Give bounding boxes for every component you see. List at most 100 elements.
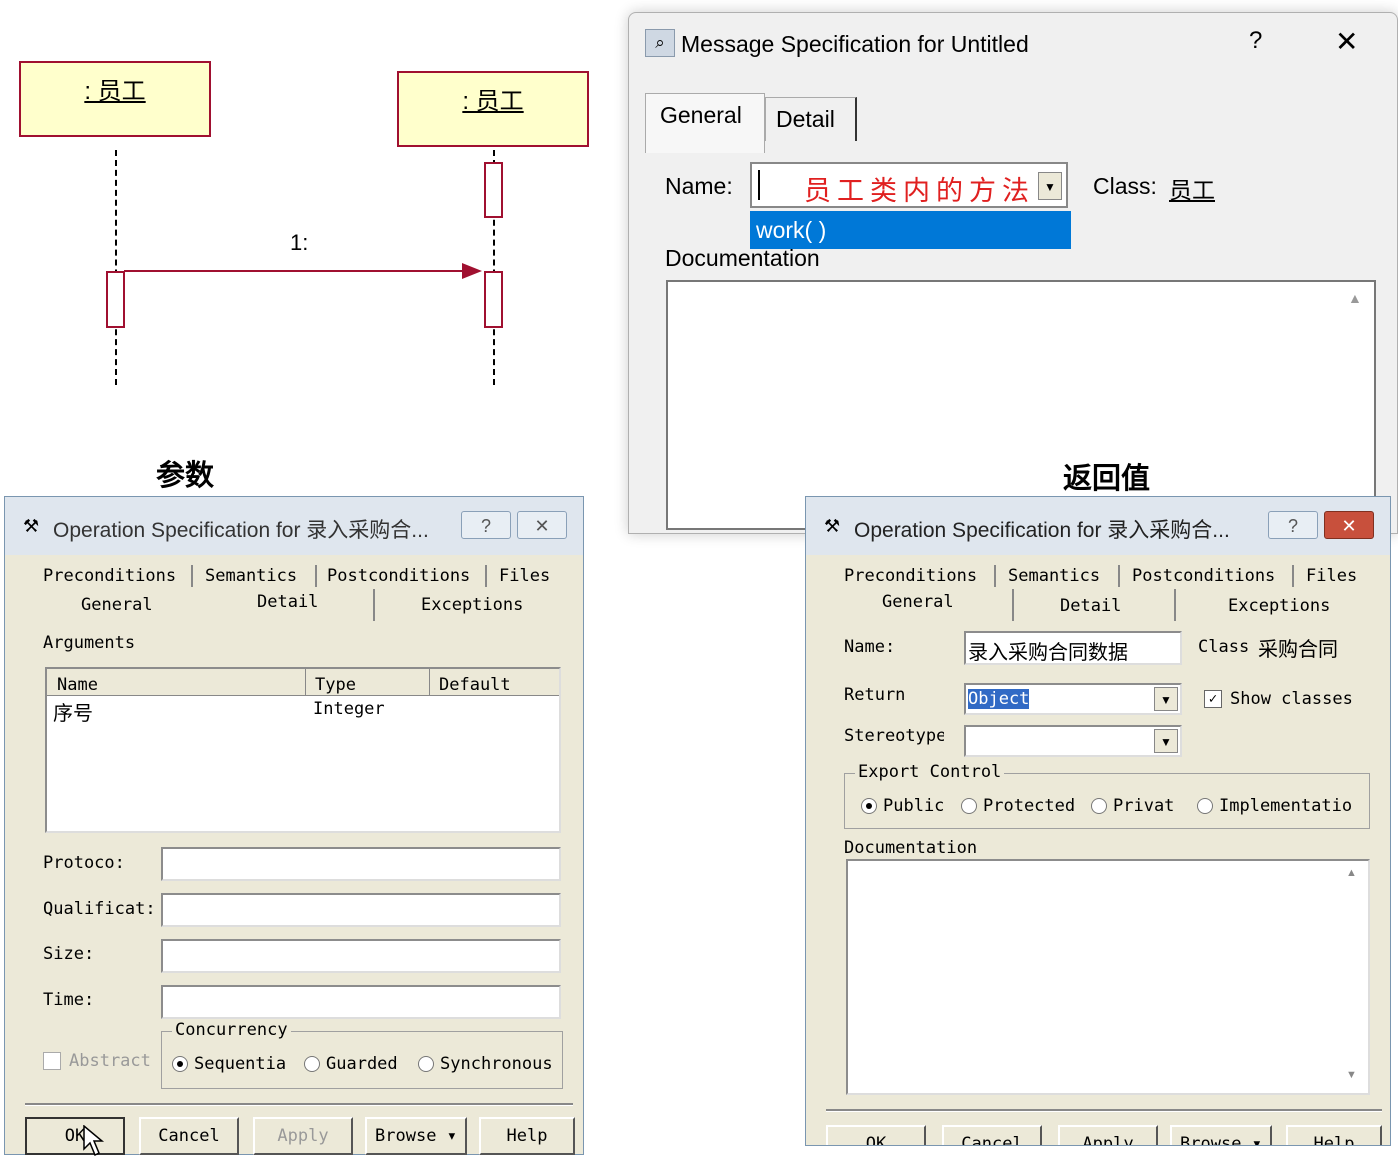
name-combobox[interactable]: 员工类内的方法 ▼ bbox=[750, 162, 1068, 208]
protocol-field[interactable] bbox=[161, 847, 561, 881]
cancel-button[interactable]: Cancel bbox=[942, 1125, 1042, 1145]
abstract-checkbox[interactable]: Abstract bbox=[43, 1051, 151, 1071]
table-row[interactable]: 序号 Integer bbox=[47, 697, 559, 725]
column-header-default[interactable]: Default bbox=[439, 675, 511, 695]
tab-exceptions[interactable]: Exceptions bbox=[421, 595, 523, 615]
mouse-cursor-icon bbox=[83, 1125, 105, 1157]
time-field[interactable] bbox=[161, 985, 561, 1019]
class-value: 员工 bbox=[1169, 177, 1215, 203]
chevron-down-icon[interactable]: ▼ bbox=[1038, 172, 1062, 200]
ok-button[interactable]: OK bbox=[826, 1125, 926, 1145]
radio-icon bbox=[1091, 798, 1107, 814]
activation-bar-2[interactable] bbox=[484, 271, 503, 328]
name-field[interactable]: 录入采购合同数据 bbox=[964, 631, 1182, 665]
size-label: Size: bbox=[43, 944, 95, 964]
chevron-down-icon[interactable]: ▼ bbox=[1154, 687, 1178, 711]
show-classes-label: Show classes bbox=[1230, 689, 1353, 709]
tab-exceptions[interactable]: Exceptions bbox=[1228, 596, 1330, 616]
help-button[interactable]: ? bbox=[1268, 511, 1318, 539]
close-button[interactable]: ✕ bbox=[1324, 511, 1374, 539]
tool-icon: ⚒ bbox=[23, 516, 40, 536]
return-value: Object bbox=[968, 689, 1030, 709]
operation-spec-dialog-right: ⚒ Operation Specification for 录入采购合... ?… bbox=[805, 496, 1391, 1146]
documentation-textarea[interactable]: ▲ bbox=[666, 280, 1376, 530]
ok-button[interactable]: OK bbox=[25, 1117, 125, 1155]
dialog-title: Operation Specification for 录入采购合... bbox=[854, 519, 1230, 542]
return-combobox[interactable]: Object ▼ bbox=[964, 683, 1182, 715]
tab-semantics[interactable]: Semantics bbox=[1008, 566, 1100, 586]
tab-semantics[interactable]: Semantics bbox=[205, 566, 297, 586]
radio-sequential[interactable]: Sequentia bbox=[172, 1054, 286, 1074]
apply-button[interactable]: Apply bbox=[253, 1117, 353, 1155]
return-label: Return bbox=[844, 685, 906, 705]
abstract-label: Abstract bbox=[69, 1051, 151, 1071]
activation-bar-2-top[interactable] bbox=[484, 162, 503, 218]
checkbox-icon bbox=[43, 1052, 61, 1070]
help-button[interactable]: ? bbox=[461, 511, 511, 539]
tab-files[interactable]: Files bbox=[499, 566, 550, 586]
object-box-2[interactable]: : 员工 bbox=[397, 71, 589, 147]
tab-detail[interactable]: Detail bbox=[765, 97, 857, 141]
help-text-button[interactable]: Help bbox=[1286, 1125, 1382, 1145]
arguments-label: Arguments bbox=[43, 633, 136, 653]
concurrency-label: Concurrency bbox=[172, 1020, 291, 1040]
message-arrow[interactable] bbox=[124, 260, 486, 282]
apply-button[interactable]: Apply bbox=[1058, 1125, 1158, 1145]
tab-detail[interactable]: Detail bbox=[1060, 596, 1121, 616]
radio-protected[interactable]: Protected bbox=[961, 796, 1075, 816]
caption-return: 返回值 bbox=[1063, 463, 1151, 495]
activation-bar-1[interactable] bbox=[106, 271, 125, 328]
tab-detail[interactable]: Detail bbox=[257, 592, 318, 612]
stereotype-combobox[interactable]: ▼ bbox=[964, 725, 1182, 757]
radio-icon bbox=[961, 798, 977, 814]
divider bbox=[826, 1109, 1382, 1112]
radio-synchronous[interactable]: Synchronous bbox=[418, 1054, 553, 1074]
arguments-table[interactable]: Name Type Default 序号 Integer bbox=[45, 667, 561, 833]
tab-general[interactable]: General bbox=[81, 595, 153, 615]
scroll-up-icon[interactable]: ▲ bbox=[1346, 867, 1357, 879]
tab-general[interactable]: General bbox=[645, 93, 765, 153]
name-overlay-annotation: 员工类内的方法 bbox=[804, 176, 1035, 207]
tab-preconditions[interactable]: Preconditions bbox=[43, 566, 176, 586]
radio-icon bbox=[861, 798, 877, 814]
close-icon[interactable]: ✕ bbox=[1335, 25, 1358, 58]
radio-private-label: Privat bbox=[1113, 796, 1175, 816]
column-header-type[interactable]: Type bbox=[315, 675, 356, 695]
tab-files[interactable]: Files bbox=[1306, 566, 1357, 586]
radio-icon bbox=[418, 1056, 434, 1072]
scroll-up-icon[interactable]: ▲ bbox=[1348, 290, 1362, 306]
qualification-field[interactable] bbox=[161, 893, 561, 927]
chevron-down-icon[interactable]: ▼ bbox=[1154, 729, 1178, 753]
object-label-1: : 员工 bbox=[84, 78, 146, 105]
lifeline-1 bbox=[115, 150, 117, 385]
tab-postconditions[interactable]: Postconditions bbox=[1132, 566, 1275, 586]
export-control-group: Export Control Public Protected Privat I… bbox=[844, 762, 1370, 829]
tab-postconditions[interactable]: Postconditions bbox=[327, 566, 470, 586]
size-field[interactable] bbox=[161, 939, 561, 973]
browse-button[interactable]: Browse ▾ bbox=[1170, 1125, 1272, 1145]
radio-public[interactable]: Public bbox=[861, 796, 944, 816]
help-button[interactable]: ? bbox=[1249, 27, 1262, 55]
tab-detail-label: Detail bbox=[776, 106, 835, 132]
object-box-1[interactable]: : 员工 bbox=[19, 61, 211, 137]
tab-preconditions[interactable]: Preconditions bbox=[844, 566, 977, 586]
radio-guarded[interactable]: Guarded bbox=[304, 1054, 398, 1074]
browse-button[interactable]: Browse ▾ bbox=[365, 1117, 467, 1155]
dialog-titlebar: ⚒ Operation Specification for 录入采购合... ?… bbox=[806, 497, 1390, 555]
dropdown-option-work[interactable]: work( ) bbox=[750, 211, 1071, 249]
radio-protected-label: Protected bbox=[983, 796, 1076, 816]
help-text-button[interactable]: Help bbox=[479, 1117, 575, 1155]
radio-private[interactable]: Privat bbox=[1091, 796, 1174, 816]
divider bbox=[25, 1103, 573, 1106]
show-classes-checkbox[interactable]: ✓ Show classes bbox=[1204, 689, 1353, 709]
radio-implementation[interactable]: Implementatio bbox=[1197, 796, 1352, 816]
tool-icon: ⚒ bbox=[824, 516, 841, 536]
cell-name: 序号 bbox=[53, 703, 93, 725]
column-header-name[interactable]: Name bbox=[57, 675, 98, 695]
documentation-textarea[interactable]: ▲ ▼ bbox=[846, 859, 1370, 1095]
radio-synchronous-label: Synchronous bbox=[440, 1054, 553, 1074]
close-button[interactable]: ✕ bbox=[517, 511, 567, 539]
scroll-down-icon[interactable]: ▼ bbox=[1346, 1069, 1357, 1081]
tab-general[interactable]: General bbox=[882, 592, 954, 612]
cancel-button[interactable]: Cancel bbox=[139, 1117, 239, 1155]
